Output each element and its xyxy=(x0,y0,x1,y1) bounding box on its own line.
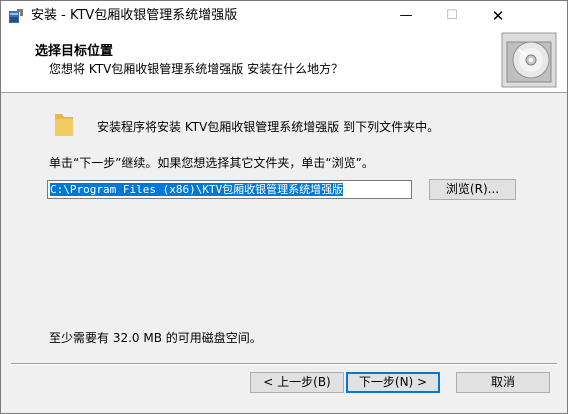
page-subtitle: 您想将 KTV包厢收银管理系统增强版 安装在什么地方？ xyxy=(49,62,344,76)
wizard-footer: < 上一步(B) 下一步(N) > 取消 xyxy=(1,363,567,413)
close-button[interactable]: ✕ xyxy=(475,1,521,31)
window-title: 安装 - KTV包厢收银管理系统增强版 xyxy=(31,8,238,23)
install-path-input[interactable]: C:\Program Files (x86)\KTV包厢收银管理系统增强版 xyxy=(47,180,412,199)
install-message: 安装程序将安装 KTV包厢收银管理系统增强版 到下列文件夹中。 xyxy=(97,120,440,134)
browse-button[interactable]: 浏览(R)... xyxy=(429,179,516,200)
installer-app-icon xyxy=(8,8,24,24)
wizard-content: 安装程序将安装 KTV包厢收银管理系统增强版 到下列文件夹中。 单击“下一步”继… xyxy=(1,93,567,363)
minimize-button[interactable]: — xyxy=(383,1,429,31)
disc-icon xyxy=(501,32,557,88)
maximize-button[interactable]: ☐ xyxy=(429,1,475,31)
install-path-value: C:\Program Files (x86)\KTV包厢收银管理系统增强版 xyxy=(50,183,344,196)
disk-space-message: 至少需要有 32.0 MB 的可用磁盘空间。 xyxy=(49,331,262,345)
installer-window: 安装 - KTV包厢收银管理系统增强版 — ☐ ✕ 选择目标位置 您想将 KTV… xyxy=(0,0,568,414)
next-button[interactable]: 下一步(N) > xyxy=(346,372,440,393)
wizard-header: 选择目标位置 您想将 KTV包厢收银管理系统增强版 安装在什么地方？ xyxy=(1,31,567,93)
instruction-message: 单击“下一步”继续。如果您想选择其它文件夹，单击“浏览”。 xyxy=(49,156,374,170)
back-button[interactable]: < 上一步(B) xyxy=(250,372,344,393)
cancel-button[interactable]: 取消 xyxy=(456,372,550,393)
folder-icon xyxy=(53,110,75,138)
page-title: 选择目标位置 xyxy=(35,44,114,59)
footer-divider xyxy=(11,363,557,365)
title-bar[interactable]: 安装 - KTV包厢收银管理系统增强版 — ☐ ✕ xyxy=(1,1,567,31)
